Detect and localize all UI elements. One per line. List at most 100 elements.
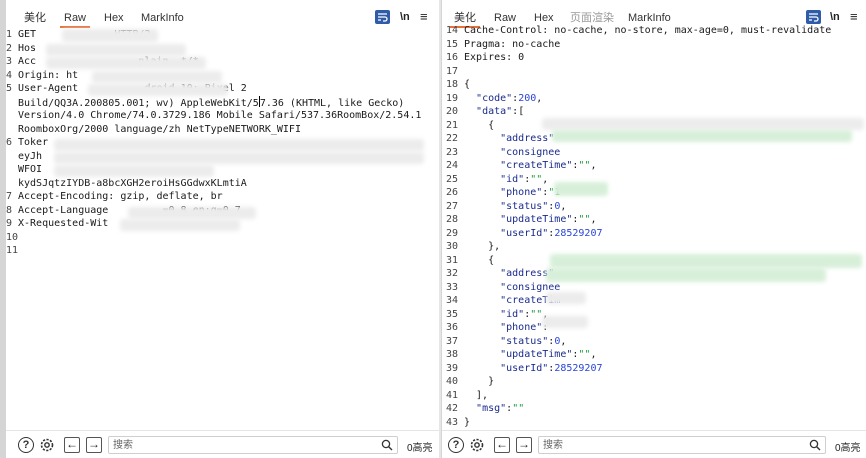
line-number: 32	[446, 268, 459, 279]
line-number: 25	[446, 173, 459, 185]
json-punct: :[	[512, 106, 525, 117]
response-line: 33 "consignee	[446, 281, 560, 295]
request-line: kydSJqtzIYDB-a8bcXGH2eroiHsGGdwxKLmtiA	[6, 177, 247, 191]
prev-match-button[interactable]: ←	[494, 437, 510, 453]
redaction-blur	[542, 118, 864, 130]
tab-raw[interactable]: Raw	[59, 11, 91, 28]
line-number: 31	[446, 254, 459, 266]
json-punct: ],	[464, 389, 489, 401]
tab-beautify[interactable]: 美化	[24, 11, 46, 25]
json-string: ""	[578, 214, 591, 225]
response-editor[interactable]: 14 Cache-Control: no-cache, no-store, max…	[442, 22, 866, 430]
newline-toggle[interactable]: \n	[400, 10, 410, 24]
response-line: 43}	[446, 416, 470, 430]
search-input[interactable]	[543, 438, 793, 452]
json-punct: Cache-Control: no-cache, no-store, max-a…	[464, 25, 832, 36]
response-line: 19 "code":200,	[446, 92, 542, 106]
search-icon[interactable]	[381, 439, 393, 451]
json-key: "createTime"	[500, 160, 573, 171]
prev-match-button[interactable]: ←	[64, 437, 80, 453]
next-match-button[interactable]: →	[86, 437, 102, 453]
line-number: 43	[446, 416, 459, 428]
line-text: RoomboxOrg/2000 language/zh NetTypeNETWO…	[18, 123, 301, 135]
json-punct: ,	[590, 214, 597, 225]
json-key: "code"	[476, 92, 513, 104]
json-punct	[464, 363, 500, 374]
wrap-lines-icon[interactable]	[375, 10, 390, 24]
redaction-blur	[128, 207, 256, 219]
json-punct	[464, 174, 500, 185]
line-number: 4	[6, 69, 13, 81]
response-line: 32 "address"	[446, 267, 554, 281]
line-number: 11	[6, 245, 19, 256]
json-punct: }	[464, 416, 471, 428]
json-key: "status"	[500, 200, 549, 212]
json-number: 28529207	[554, 227, 603, 239]
help-icon[interactable]: ?	[18, 437, 34, 453]
line-number: 9	[6, 218, 13, 229]
response-line: 18 {	[446, 78, 470, 92]
json-key: "updateTime"	[500, 349, 573, 360]
response-footer: ? ← → 0高亮	[442, 430, 866, 458]
line-text: User-Agent	[18, 83, 79, 94]
settings-gear-icon[interactable]	[38, 436, 56, 454]
line-number: 36	[446, 322, 459, 333]
redaction-blur	[46, 57, 206, 69]
line-text: eyJh	[18, 150, 43, 162]
line-number: 23	[446, 146, 459, 158]
json-punct	[464, 282, 500, 293]
line-text-tail: 7.36 (KHTML, like Gecko)	[259, 97, 405, 109]
line-number: 8	[6, 204, 13, 216]
response-line: 14 Cache-Control: no-cache, no-store, max…	[446, 24, 831, 38]
line-number: 27	[446, 200, 459, 212]
request-line: 11	[6, 244, 18, 258]
json-punct: ,	[590, 160, 597, 171]
request-footer: ? ← → 0高亮	[6, 430, 439, 458]
json-punct: Pragma: no-cache	[464, 38, 561, 50]
json-punct	[464, 214, 500, 225]
json-punct: ,	[590, 349, 597, 360]
line-number: 5	[6, 83, 13, 94]
tab-hex[interactable]: Hex	[104, 11, 124, 25]
response-line: 17	[446, 65, 464, 79]
redaction-blur	[554, 182, 608, 196]
line-text: WFOI	[18, 164, 43, 175]
redaction-blur	[88, 84, 228, 96]
line-number: 14	[446, 25, 459, 36]
response-line: 15 Pragma: no-cache	[446, 38, 560, 52]
line-number: 10	[6, 231, 19, 243]
next-match-button[interactable]: →	[516, 437, 532, 453]
line-number: 15	[446, 38, 459, 50]
json-punct: ,	[536, 92, 543, 104]
response-line: 26 "phone":"1	[446, 186, 560, 200]
json-key: "userId"	[500, 227, 549, 239]
response-line: 36 "phone":	[446, 321, 548, 335]
response-line: 28 "updateTime":"",	[446, 213, 596, 227]
json-number: 28529207	[554, 362, 603, 374]
highlight-count: 0高亮	[835, 443, 861, 454]
search-icon[interactable]	[809, 439, 821, 451]
redaction-blur	[542, 316, 588, 328]
json-punct	[464, 322, 500, 333]
json-punct	[464, 147, 500, 158]
response-line: 35 "id":"",	[446, 308, 548, 322]
line-text: GET	[18, 29, 37, 40]
request-tab-bar: 美化 Raw Hex MarkInfo \n ≡	[6, 0, 439, 28]
line-number: 26	[446, 187, 459, 198]
response-line: 23 "consignee	[446, 146, 560, 160]
line-text: Toker	[18, 137, 49, 148]
line-number: 30	[446, 241, 459, 252]
help-icon[interactable]: ?	[448, 437, 464, 453]
json-string: ""	[530, 308, 543, 320]
response-line: 24 "createTime":"",	[446, 159, 596, 173]
line-number: 3	[6, 56, 13, 67]
json-punct	[464, 106, 476, 117]
line-number: 34	[446, 295, 459, 306]
line-number: 39	[446, 362, 459, 374]
line-number: 6	[6, 137, 13, 148]
search-input[interactable]	[113, 438, 363, 452]
response-line: 22 "address"	[446, 132, 554, 146]
settings-gear-icon[interactable]	[468, 436, 486, 454]
tab-markinfo[interactable]: MarkInfo	[141, 11, 184, 25]
menu-icon[interactable]: ≡	[420, 10, 428, 24]
